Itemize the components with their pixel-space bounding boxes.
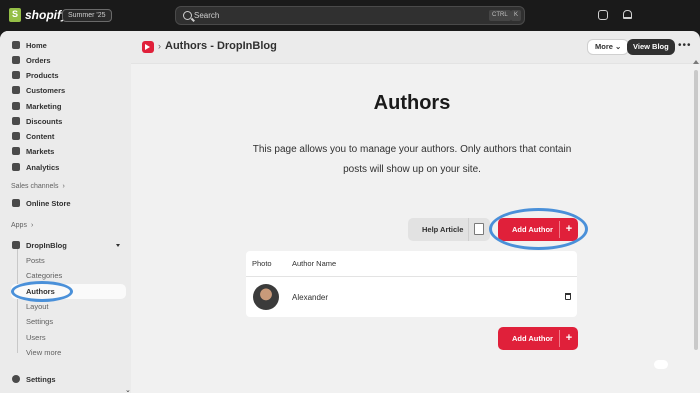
sidebar-item-label: Discounts (26, 116, 63, 126)
more-actions-icon[interactable]: ••• (678, 40, 692, 51)
description-line-1: This page allows you to manage your auth… (252, 144, 572, 155)
authors-heading: Authors (373, 92, 451, 114)
sidebar-item-label: Markets (26, 146, 55, 156)
main-scrollbar[interactable] (693, 60, 699, 355)
page-title: Authors - DropInBlog (165, 40, 277, 52)
top-bar: shopify Summer '25 Search CTRL K (0, 0, 700, 31)
sub-item-view-more[interactable]: View more (26, 348, 61, 357)
sidebar-scroll-down-icon[interactable]: ⌄ (125, 386, 131, 393)
sidebar-item-content[interactable]: Content (6, 129, 126, 143)
sidebar-item-customers[interactable]: Customers (6, 83, 126, 97)
avatar (253, 284, 279, 310)
sidebar-item-discounts[interactable]: Discounts (6, 114, 126, 128)
sidebar-item-label: Home (26, 40, 47, 50)
bell-icon[interactable] (623, 10, 632, 19)
shopify-bag-icon (9, 8, 21, 22)
chevron-down-icon: ⌄ (615, 42, 622, 51)
sidebar-item-label: DropInBlog (26, 240, 67, 250)
customers-icon (12, 86, 20, 94)
sidebar: Home Orders Products Customers Marketing… (0, 31, 131, 393)
button-divider (468, 218, 469, 241)
scroll-thumb[interactable] (694, 70, 698, 350)
add-author-button-bottom[interactable]: Add Author + (498, 327, 578, 350)
gear-icon (12, 375, 20, 383)
apps-heading[interactable]: Apps › (11, 222, 33, 229)
store-icon[interactable] (598, 10, 608, 20)
sidebar-item-label: Orders (26, 55, 51, 65)
sidebar-item-label: Settings (26, 374, 56, 384)
sub-item-categories[interactable]: Categories (26, 271, 62, 280)
add-author-label: Add Author (512, 334, 553, 343)
plus-icon: + (559, 330, 578, 347)
chevron-right-icon: › (30, 222, 34, 229)
online-store-icon (12, 199, 20, 207)
search-input[interactable]: Search CTRL K (175, 6, 525, 25)
sidebar-item-label: Products (26, 70, 59, 80)
dropinblog-logo-icon[interactable] (142, 41, 154, 53)
shortcut-k: K (511, 10, 522, 21)
sales-channels-label: Sales channels (11, 183, 59, 190)
sidebar-item-label: Customers (26, 85, 66, 95)
page-header: › Authors - DropInBlog More ⌄ View Blog … (139, 36, 694, 58)
markets-icon (12, 147, 20, 155)
shortcut-ctrl: CTRL (489, 10, 511, 21)
sidebar-item-online-store[interactable]: Online Store (6, 196, 126, 210)
help-article-label: Help Article (422, 225, 464, 234)
apps-label: Apps (11, 222, 27, 229)
sub-item-settings[interactable]: Settings (26, 317, 53, 326)
sidebar-item-settings[interactable]: Settings (6, 372, 126, 386)
scroll-up-icon[interactable] (693, 60, 699, 64)
marketing-icon (12, 102, 20, 110)
search-placeholder: Search (194, 11, 220, 20)
chevron-right-icon: › (62, 183, 65, 190)
sidebar-item-label: Analytics (26, 162, 60, 172)
more-button[interactable]: More ⌄ (587, 39, 630, 55)
shopify-logo[interactable]: shopify (9, 8, 68, 22)
analytics-icon (12, 163, 20, 171)
sub-nav-line (17, 249, 18, 353)
table-divider (246, 276, 577, 277)
help-article-button[interactable]: Help Article (408, 218, 490, 241)
authors-table: Photo Author Name Alexander (246, 251, 577, 317)
sidebar-item-label: Online Store (26, 198, 71, 208)
sidebar-item-label: Marketing (26, 101, 62, 111)
sidebar-item-products[interactable]: Products (6, 68, 126, 82)
sidebar-item-orders[interactable]: Orders (6, 53, 126, 67)
content-icon (12, 132, 20, 140)
chevron-down-icon[interactable] (116, 244, 120, 247)
sidebar-item-marketing[interactable]: Marketing (6, 99, 126, 113)
sidebar-item-markets[interactable]: Markets (6, 144, 126, 158)
add-author-highlight-annotation (489, 208, 588, 250)
home-icon (12, 41, 20, 49)
breadcrumb-chevron-icon: › (158, 41, 161, 51)
document-icon (474, 223, 484, 235)
search-icon (183, 11, 192, 20)
sub-item-users[interactable]: Users (26, 333, 46, 342)
sidebar-item-home[interactable]: Home (6, 38, 126, 52)
orders-icon (12, 56, 20, 64)
page-description: This page allows you to manage your auth… (240, 140, 584, 180)
sidebar-item-label: Content (26, 131, 55, 141)
author-name: Alexander (292, 293, 329, 302)
chat-bubble-icon[interactable] (654, 360, 668, 369)
authors-highlight-annotation (11, 281, 73, 302)
column-header-author-name: Author Name (292, 259, 337, 268)
edition-badge[interactable]: Summer '25 (62, 9, 112, 22)
column-header-photo: Photo (252, 259, 272, 268)
products-icon (12, 71, 20, 79)
discounts-icon (12, 117, 20, 125)
sales-channels-heading[interactable]: Sales channels › (11, 183, 65, 190)
dropinblog-app-icon (12, 241, 20, 249)
view-blog-button[interactable]: View Blog (627, 39, 675, 55)
more-button-label: More (595, 42, 613, 51)
sidebar-item-analytics[interactable]: Analytics (6, 160, 126, 174)
sidebar-item-dropinblog[interactable]: DropInBlog (6, 238, 126, 252)
trash-icon[interactable] (565, 293, 571, 300)
sub-item-posts[interactable]: Posts (26, 256, 45, 265)
description-line-2: posts will show up on your site. (343, 164, 481, 175)
sub-item-layout[interactable]: Layout (26, 302, 49, 311)
